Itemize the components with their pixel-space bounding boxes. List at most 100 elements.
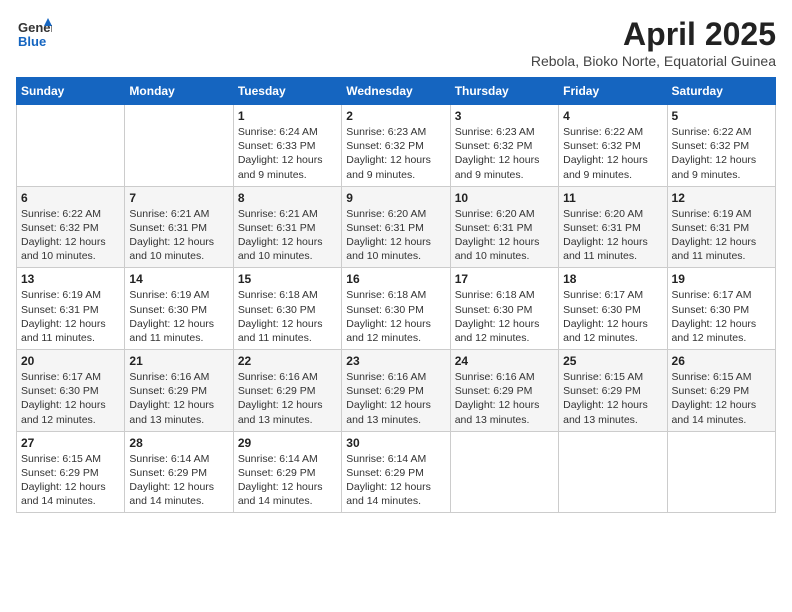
day-number: 28 [129, 436, 228, 450]
day-info: Sunrise: 6:22 AMSunset: 6:32 PMDaylight:… [21, 207, 120, 264]
calendar-cell: 22 Sunrise: 6:16 AMSunset: 6:29 PMDayligh… [233, 350, 341, 432]
calendar-cell: 20 Sunrise: 6:17 AMSunset: 6:30 PMDayligh… [17, 350, 125, 432]
calendar-cell: 23 Sunrise: 6:16 AMSunset: 6:29 PMDayligh… [342, 350, 450, 432]
location-title: Rebola, Bioko Norte, Equatorial Guinea [531, 53, 776, 69]
calendar-cell: 12 Sunrise: 6:19 AMSunset: 6:31 PMDayligh… [667, 186, 775, 268]
calendar-cell: 8Sunrise: 6:21 AMSunset: 6:31 PMDaylight… [233, 186, 341, 268]
calendar-cell: 28 Sunrise: 6:14 AMSunset: 6:29 PMDayligh… [125, 431, 233, 513]
day-info: Sunrise: 6:21 AMSunset: 6:31 PMDaylight:… [129, 207, 228, 264]
calendar-cell: 1 Sunrise: 6:24 AMSunset: 6:33 PMDaylight… [233, 105, 341, 187]
day-number: 30 [346, 436, 445, 450]
day-number: 5 [672, 109, 771, 123]
calendar-cell: 19 Sunrise: 6:17 AMSunset: 6:30 PMDayligh… [667, 268, 775, 350]
calendar-cell: 30Sunrise: 6:14 AMSunset: 6:29 PMDayligh… [342, 431, 450, 513]
day-info: Sunrise: 6:15 AMSunset: 6:29 PMDaylight:… [672, 370, 771, 427]
day-info: Sunrise: 6:20 AMSunset: 6:31 PMDaylight:… [346, 207, 445, 264]
calendar-cell: 6 Sunrise: 6:22 AMSunset: 6:32 PMDaylight… [17, 186, 125, 268]
calendar-week-row: 1 Sunrise: 6:24 AMSunset: 6:33 PMDaylight… [17, 105, 776, 187]
month-title: April 2025 [531, 16, 776, 53]
day-number: 1 [238, 109, 337, 123]
logo: General Blue [16, 16, 52, 52]
calendar-cell: 13 Sunrise: 6:19 AMSunset: 6:31 PMDayligh… [17, 268, 125, 350]
svg-text:Blue: Blue [18, 34, 46, 49]
calendar-cell: 10Sunrise: 6:20 AMSunset: 6:31 PMDayligh… [450, 186, 558, 268]
day-number: 6 [21, 191, 120, 205]
day-info: Sunrise: 6:16 AMSunset: 6:29 PMDaylight:… [129, 370, 228, 427]
day-number: 2 [346, 109, 445, 123]
day-info: Sunrise: 6:18 AMSunset: 6:30 PMDaylight:… [346, 288, 445, 345]
calendar-cell: 16 Sunrise: 6:18 AMSunset: 6:30 PMDayligh… [342, 268, 450, 350]
day-number: 18 [563, 272, 662, 286]
day-number: 23 [346, 354, 445, 368]
day-info: Sunrise: 6:14 AMSunset: 6:29 PMDaylight:… [238, 452, 337, 509]
calendar-cell: 29 Sunrise: 6:14 AMSunset: 6:29 PMDayligh… [233, 431, 341, 513]
calendar-table: SundayMondayTuesdayWednesdayThursdayFrid… [16, 77, 776, 513]
calendar-week-row: 20 Sunrise: 6:17 AMSunset: 6:30 PMDayligh… [17, 350, 776, 432]
calendar-week-row: 13 Sunrise: 6:19 AMSunset: 6:31 PMDayligh… [17, 268, 776, 350]
day-info: Sunrise: 6:20 AMSunset: 6:31 PMDaylight:… [563, 207, 662, 264]
logo-icon: General Blue [16, 16, 52, 52]
calendar-cell: 25 Sunrise: 6:15 AMSunset: 6:29 PMDayligh… [559, 350, 667, 432]
day-number: 19 [672, 272, 771, 286]
day-number: 7 [129, 191, 228, 205]
day-number: 3 [455, 109, 554, 123]
day-number: 21 [129, 354, 228, 368]
day-info: Sunrise: 6:14 AMSunset: 6:29 PMDaylight:… [129, 452, 228, 509]
day-number: 4 [563, 109, 662, 123]
calendar-cell: 9 Sunrise: 6:20 AMSunset: 6:31 PMDaylight… [342, 186, 450, 268]
day-number: 14 [129, 272, 228, 286]
day-number: 12 [672, 191, 771, 205]
day-info: Sunrise: 6:17 AMSunset: 6:30 PMDaylight:… [563, 288, 662, 345]
calendar-cell [125, 105, 233, 187]
page-header: General Blue April 2025 Rebola, Bioko No… [16, 16, 776, 69]
calendar-cell: 21 Sunrise: 6:16 AMSunset: 6:29 PMDayligh… [125, 350, 233, 432]
day-info: Sunrise: 6:15 AMSunset: 6:29 PMDaylight:… [21, 452, 120, 509]
day-info: Sunrise: 6:23 AMSunset: 6:32 PMDaylight:… [346, 125, 445, 182]
day-info: Sunrise: 6:16 AMSunset: 6:29 PMDaylight:… [346, 370, 445, 427]
col-header-saturday: Saturday [667, 78, 775, 105]
calendar-cell: 7 Sunrise: 6:21 AMSunset: 6:31 PMDaylight… [125, 186, 233, 268]
calendar-cell: 3Sunrise: 6:23 AMSunset: 6:32 PMDaylight… [450, 105, 558, 187]
day-info: Sunrise: 6:17 AMSunset: 6:30 PMDaylight:… [21, 370, 120, 427]
calendar-cell [559, 431, 667, 513]
col-header-friday: Friday [559, 78, 667, 105]
day-info: Sunrise: 6:18 AMSunset: 6:30 PMDaylight:… [455, 288, 554, 345]
title-block: April 2025 Rebola, Bioko Norte, Equatori… [531, 16, 776, 69]
day-info: Sunrise: 6:19 AMSunset: 6:31 PMDaylight:… [672, 207, 771, 264]
calendar-cell: 15Sunrise: 6:18 AMSunset: 6:30 PMDayligh… [233, 268, 341, 350]
calendar-cell: 27Sunrise: 6:15 AMSunset: 6:29 PMDayligh… [17, 431, 125, 513]
day-info: Sunrise: 6:16 AMSunset: 6:29 PMDaylight:… [455, 370, 554, 427]
day-number: 29 [238, 436, 337, 450]
day-number: 9 [346, 191, 445, 205]
day-number: 26 [672, 354, 771, 368]
day-number: 20 [21, 354, 120, 368]
day-number: 15 [238, 272, 337, 286]
col-header-sunday: Sunday [17, 78, 125, 105]
calendar-cell: 17 Sunrise: 6:18 AMSunset: 6:30 PMDayligh… [450, 268, 558, 350]
calendar-cell: 2 Sunrise: 6:23 AMSunset: 6:32 PMDaylight… [342, 105, 450, 187]
day-number: 13 [21, 272, 120, 286]
day-number: 16 [346, 272, 445, 286]
day-number: 24 [455, 354, 554, 368]
day-number: 8 [238, 191, 337, 205]
calendar-cell [17, 105, 125, 187]
calendar-cell [667, 431, 775, 513]
calendar-cell: 24 Sunrise: 6:16 AMSunset: 6:29 PMDayligh… [450, 350, 558, 432]
calendar-cell: 18 Sunrise: 6:17 AMSunset: 6:30 PMDayligh… [559, 268, 667, 350]
calendar-cell: 11 Sunrise: 6:20 AMSunset: 6:31 PMDayligh… [559, 186, 667, 268]
day-number: 22 [238, 354, 337, 368]
day-info: Sunrise: 6:19 AMSunset: 6:30 PMDaylight:… [129, 288, 228, 345]
day-info: Sunrise: 6:20 AMSunset: 6:31 PMDaylight:… [455, 207, 554, 264]
calendar-cell: 4 Sunrise: 6:22 AMSunset: 6:32 PMDaylight… [559, 105, 667, 187]
day-info: Sunrise: 6:24 AMSunset: 6:33 PMDaylight:… [238, 125, 337, 182]
day-info: Sunrise: 6:16 AMSunset: 6:29 PMDaylight:… [238, 370, 337, 427]
calendar-week-row: 27Sunrise: 6:15 AMSunset: 6:29 PMDayligh… [17, 431, 776, 513]
day-info: Sunrise: 6:22 AMSunset: 6:32 PMDaylight:… [563, 125, 662, 182]
day-number: 25 [563, 354, 662, 368]
day-number: 11 [563, 191, 662, 205]
day-number: 17 [455, 272, 554, 286]
day-info: Sunrise: 6:15 AMSunset: 6:29 PMDaylight:… [563, 370, 662, 427]
day-info: Sunrise: 6:17 AMSunset: 6:30 PMDaylight:… [672, 288, 771, 345]
day-info: Sunrise: 6:19 AMSunset: 6:31 PMDaylight:… [21, 288, 120, 345]
day-info: Sunrise: 6:22 AMSunset: 6:32 PMDaylight:… [672, 125, 771, 182]
